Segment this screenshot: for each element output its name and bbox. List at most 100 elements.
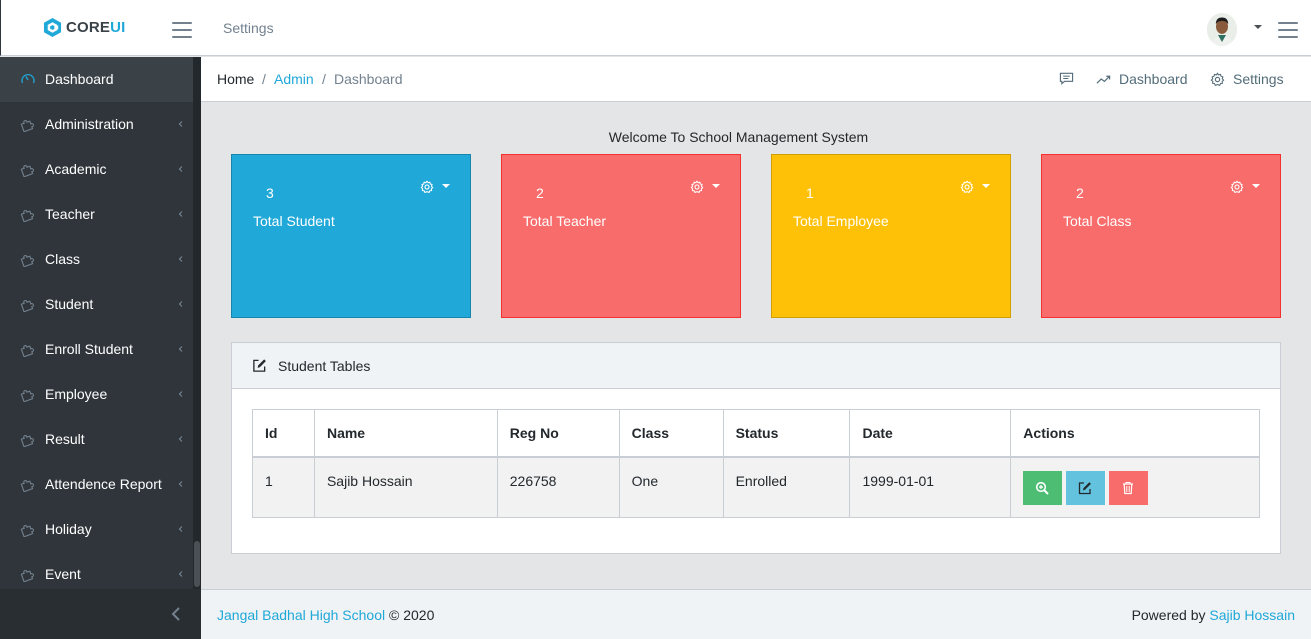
puzzle-icon	[20, 525, 34, 537]
author-link[interactable]: Sajib Hossain	[1209, 607, 1295, 623]
sidebar-item-label: Enroll Student	[45, 341, 133, 357]
cell-name: Sajib Hossain	[313, 456, 498, 518]
brand-logo[interactable]: COREUI	[43, 17, 126, 38]
breadcrumb-menu-dashboard[interactable]: Dashboard	[1096, 71, 1188, 87]
stat-value: 2	[1076, 185, 1084, 201]
breadcrumb: Home / Admin / Dashboard Dashboard Setti…	[201, 57, 1311, 102]
trash-icon	[1123, 481, 1134, 494]
footer: Jangal Badhal High School © 2020 Powered…	[201, 589, 1311, 639]
column-header-class[interactable]: Class	[618, 409, 724, 458]
sidebar-item-label: Event	[45, 566, 81, 582]
card-dropdown-caret-icon[interactable]	[712, 184, 720, 188]
chevron-left-icon	[178, 166, 183, 172]
chevron-left-icon	[178, 481, 183, 487]
stat-label: Total Student	[253, 213, 335, 229]
column-header-actions: Actions	[1010, 409, 1260, 458]
chevron-left-icon	[178, 301, 183, 307]
panel-header: Student Tables	[232, 343, 1280, 389]
table-header-row: Id Name Reg No Class Status Date Actions	[252, 409, 1260, 458]
chevron-left-icon	[178, 211, 183, 217]
delete-button[interactable]	[1109, 470, 1149, 505]
sidebar-item-event[interactable]: Event	[0, 552, 193, 589]
column-header-reg-no[interactable]: Reg No	[496, 409, 620, 458]
avatar[interactable]	[1207, 13, 1237, 46]
speech-icon	[1059, 72, 1074, 85]
stat-value: 3	[266, 185, 274, 201]
sidebar-item-administration[interactable]: Administration	[0, 102, 193, 147]
settings-gear-icon[interactable]	[690, 180, 704, 194]
settings-gear-icon[interactable]	[1230, 180, 1244, 194]
chevron-left-icon	[178, 436, 183, 442]
app-header: COREUI Settings	[0, 0, 1311, 56]
footer-left: Jangal Badhal High School © 2020	[217, 607, 434, 623]
sidebar-item-class[interactable]: Class	[0, 237, 193, 282]
card-dropdown-caret-icon[interactable]	[1252, 184, 1260, 188]
settings-gear-icon	[1210, 72, 1225, 86]
sidebar-item-employee[interactable]: Employee	[0, 372, 193, 417]
sidebar-item-enroll-student[interactable]: Enroll Student	[0, 327, 193, 372]
sidebar-scrollbar[interactable]	[193, 57, 201, 589]
card-dropdown-caret-icon[interactable]	[982, 184, 990, 188]
school-link[interactable]: Jangal Badhal High School	[217, 607, 385, 623]
sidebar-item-label: Result	[45, 431, 85, 447]
breadcrumb-separator: /	[262, 71, 266, 87]
chevron-left-icon	[178, 571, 183, 577]
edit-icon	[253, 359, 266, 372]
cell-reg-no: 226758	[496, 456, 620, 518]
cell-date: 1999-01-01	[849, 456, 1012, 518]
sidebar-item-teacher[interactable]: Teacher	[0, 192, 193, 237]
breadcrumb-admin[interactable]: Admin	[274, 71, 314, 87]
puzzle-icon	[20, 165, 34, 177]
card-dropdown-caret-icon[interactable]	[442, 184, 450, 188]
graph-icon	[1096, 75, 1111, 84]
chevron-left-icon	[178, 391, 183, 397]
stat-value: 1	[806, 185, 814, 201]
puzzle-icon	[20, 120, 34, 132]
stat-card-total-teacher: 2 Total Teacher	[501, 154, 741, 318]
breadcrumb-current: Dashboard	[334, 71, 403, 87]
sidebar-item-academic[interactable]: Academic	[0, 147, 193, 192]
stat-value: 2	[536, 185, 544, 201]
user-dropdown-caret-icon[interactable]	[1254, 25, 1262, 29]
puzzle-icon	[20, 255, 34, 267]
sidebar-minimizer-button[interactable]	[0, 589, 201, 639]
edit-button[interactable]	[1066, 470, 1106, 505]
stat-label: Total Employee	[793, 213, 889, 229]
breadcrumb-menu-settings-label: Settings	[1233, 71, 1284, 87]
stat-label: Total Teacher	[523, 213, 607, 229]
puzzle-icon	[20, 300, 34, 312]
column-header-name[interactable]: Name	[313, 409, 498, 458]
speedometer-icon	[21, 73, 35, 84]
sidebar-toggler-hamburger-icon[interactable]	[172, 22, 192, 38]
students-table: Id Name Reg No Class Status Date Actions…	[252, 409, 1260, 518]
chevron-left-icon	[178, 121, 183, 127]
coreui-logo-icon	[43, 18, 62, 37]
breadcrumb-home[interactable]: Home	[217, 71, 254, 87]
stat-card-total-class: 2 Total Class	[1041, 154, 1281, 318]
settings-gear-icon[interactable]	[420, 180, 434, 194]
puzzle-icon	[20, 210, 34, 222]
column-header-date[interactable]: Date	[849, 409, 1012, 458]
aside-menu-toggler-hamburger-icon[interactable]	[1278, 22, 1298, 38]
view-button[interactable]	[1023, 470, 1063, 505]
sidebar-item-attendence-report[interactable]: Attendence Report	[0, 462, 193, 507]
sidebar-item-label: Academic	[45, 161, 107, 177]
sidebar-item-label: Class	[45, 251, 81, 267]
column-header-id[interactable]: Id	[252, 409, 315, 458]
sidebar-item-result[interactable]: Result	[0, 417, 193, 462]
sidebar-item-holiday[interactable]: Holiday	[0, 507, 193, 552]
chevron-left-icon	[178, 256, 183, 262]
column-header-status[interactable]: Status	[722, 409, 851, 458]
settings-gear-icon[interactable]	[960, 180, 974, 194]
sidebar-item-dashboard[interactable]: Dashboard	[0, 57, 193, 102]
welcome-heading: Welcome To School Management System	[608, 129, 869, 145]
breadcrumb-menu-comment[interactable]	[1059, 71, 1074, 86]
sidebar-scroll-thumb[interactable]	[194, 541, 200, 587]
user-avatar-icon	[1207, 13, 1237, 46]
sidebar-item-label: Administration	[45, 116, 134, 132]
header-nav-settings[interactable]: Settings	[223, 20, 274, 36]
puzzle-icon	[20, 345, 34, 357]
sidebar-item-student[interactable]: Student	[0, 282, 193, 327]
puzzle-icon	[20, 570, 34, 582]
breadcrumb-menu-settings[interactable]: Settings	[1210, 71, 1284, 87]
